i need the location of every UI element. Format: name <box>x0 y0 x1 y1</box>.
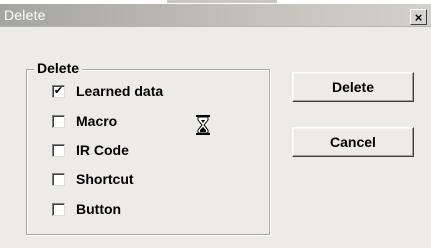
title-bar-top-edge <box>0 0 431 4</box>
ir-code-label: IR Code <box>76 142 129 158</box>
macro-label: Macro <box>76 113 118 129</box>
title-bar[interactable]: Delete × <box>0 0 431 27</box>
delete-button[interactable]: Delete <box>292 72 414 102</box>
close-icon: × <box>414 9 423 25</box>
close-button[interactable]: × <box>410 9 427 25</box>
window-title: Delete <box>4 7 46 23</box>
shortcut-label: Shortcut <box>76 171 134 187</box>
option-macro[interactable]: Macro <box>52 113 117 129</box>
option-ir-code[interactable]: IR Code <box>52 142 129 158</box>
option-learned-data[interactable]: ✔ Learned data <box>52 83 163 99</box>
learned-data-label: Learned data <box>76 83 164 99</box>
learned-data-checkbox[interactable]: ✔ <box>52 84 65 98</box>
delete-dialog: Delete × Delete ✔ Learned data Macro IR … <box>0 0 431 248</box>
shortcut-checkbox[interactable] <box>52 172 65 186</box>
button-checkbox[interactable] <box>52 202 65 216</box>
checkmark-icon: ✔ <box>53 84 64 97</box>
option-button[interactable]: Button <box>52 201 121 217</box>
ir-code-checkbox[interactable] <box>52 143 65 157</box>
macro-checkbox[interactable] <box>52 114 65 128</box>
title-bar-edge-mark <box>167 0 277 3</box>
cancel-button[interactable]: Cancel <box>292 127 414 157</box>
option-shortcut[interactable]: Shortcut <box>52 171 134 187</box>
button-label: Button <box>76 201 122 217</box>
group-legend: Delete <box>34 60 83 76</box>
hourglass-icon <box>196 115 210 135</box>
